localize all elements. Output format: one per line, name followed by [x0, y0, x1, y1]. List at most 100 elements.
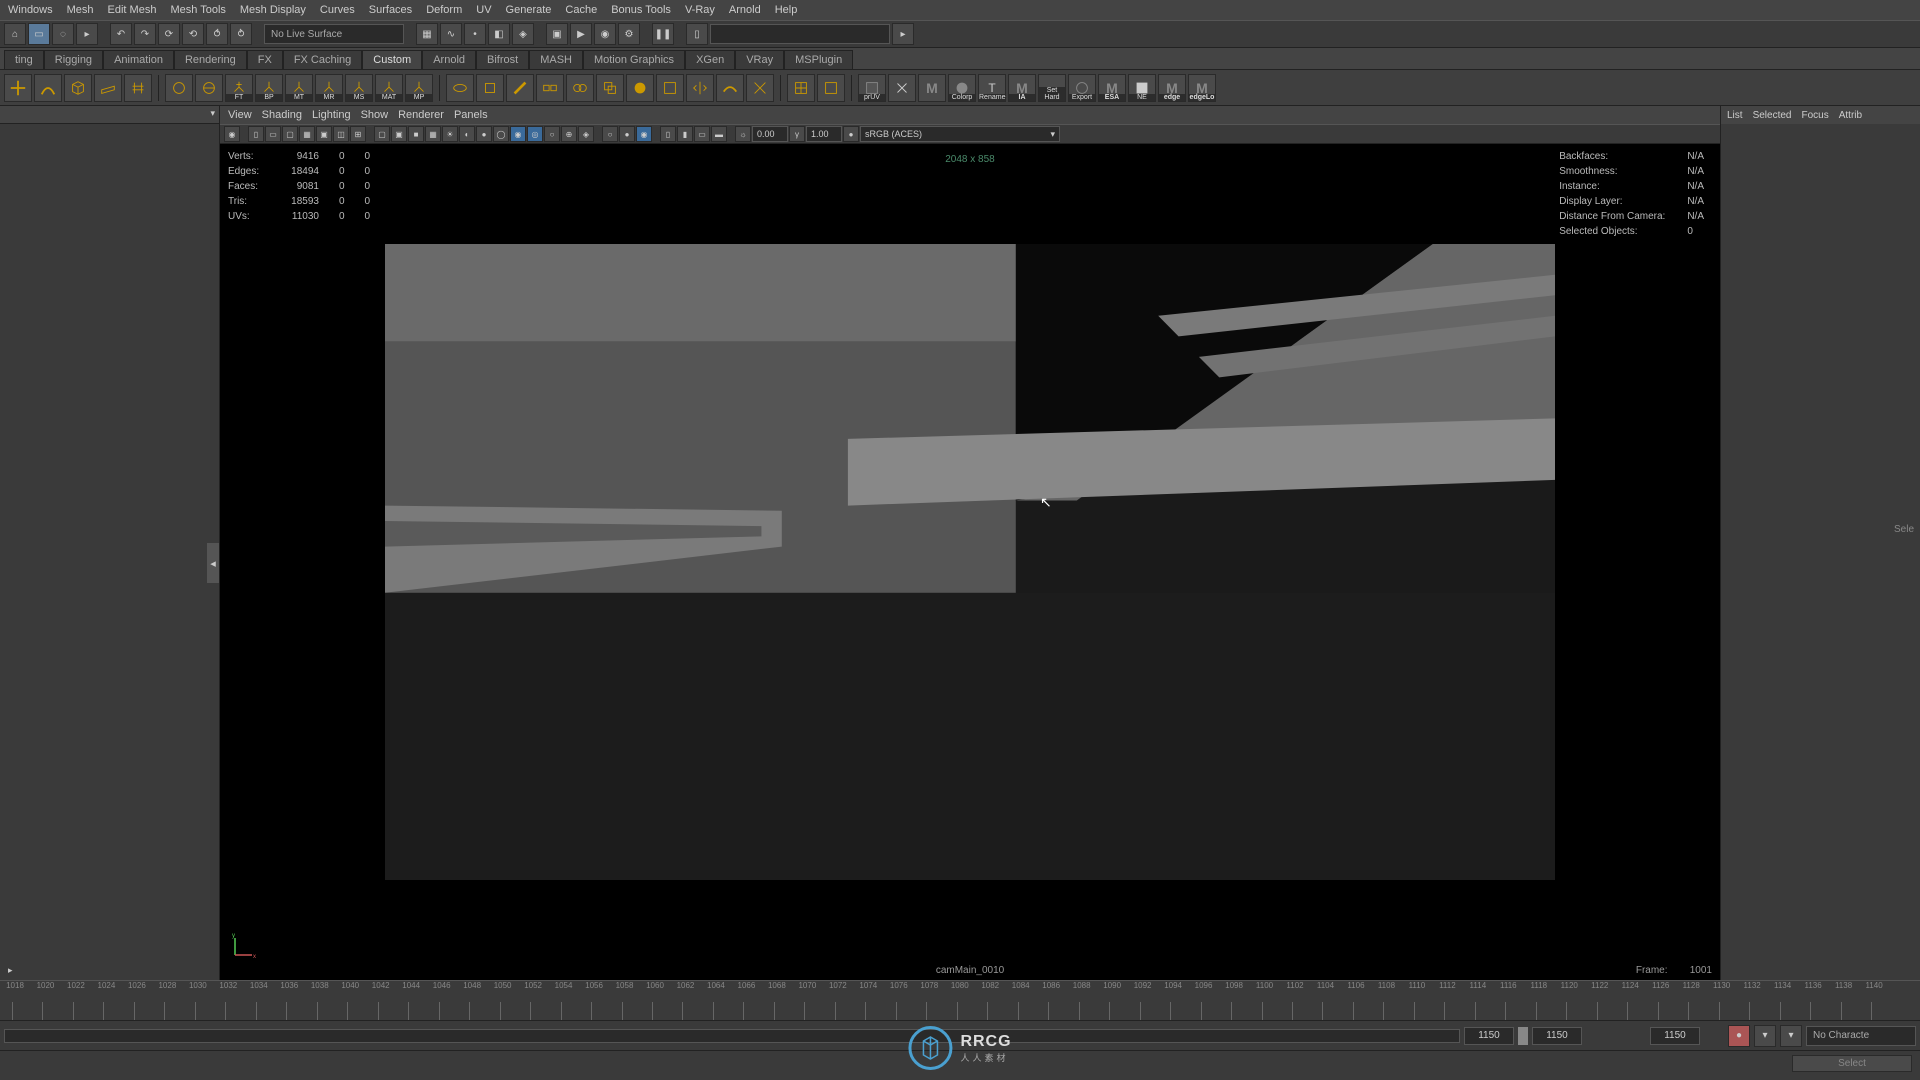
range-end-field[interactable]: 1150	[1532, 1027, 1582, 1045]
vp-isolate-icon[interactable]: ◉	[510, 126, 526, 142]
snap-curve-icon[interactable]: ∿	[440, 23, 462, 45]
vp-menu-show[interactable]: Show	[361, 109, 389, 121]
vp-wire-icon[interactable]: ▢	[374, 126, 390, 142]
tab-bifrost[interactable]: Bifrost	[476, 50, 529, 69]
select-tool-icon[interactable]: ▭	[28, 23, 50, 45]
menu-cache[interactable]: Cache	[565, 4, 597, 16]
tab-fxcaching[interactable]: FX Caching	[283, 50, 362, 69]
shelf-ms-icon[interactable]: MS	[345, 74, 373, 102]
vp-shadow-icon[interactable]: ◐	[459, 126, 475, 142]
ae-attrib[interactable]: Attrib	[1839, 110, 1862, 121]
playback-pref2-icon[interactable]: ▾	[1780, 1025, 1802, 1047]
shelf-lattice-icon[interactable]	[124, 74, 152, 102]
menu-editmesh[interactable]: Edit Mesh	[108, 4, 157, 16]
pause-icon[interactable]: ❚❚	[652, 23, 674, 45]
vp-light3-icon[interactable]: ◉	[636, 126, 652, 142]
tab-custom[interactable]: Custom	[362, 50, 422, 69]
shelf-edgelo-icon[interactable]: MedgeLo	[1188, 74, 1216, 102]
history2-icon[interactable]: ⟲	[182, 23, 204, 45]
shelf-sphere3-icon[interactable]	[626, 74, 654, 102]
shelf-cut-icon[interactable]	[746, 74, 774, 102]
shelf-mp-icon[interactable]: MP	[405, 74, 433, 102]
vp-menu-panels[interactable]: Panels	[454, 109, 488, 121]
vp-select-camera-icon[interactable]: ◉	[224, 126, 240, 142]
shelf-plane-icon[interactable]	[94, 74, 122, 102]
shelf-esa-icon[interactable]: MESA	[1098, 74, 1126, 102]
menu-mesh[interactable]: Mesh	[67, 4, 94, 16]
vp-menu-shading[interactable]: Shading	[262, 109, 302, 121]
shelf-curve-icon[interactable]	[34, 74, 62, 102]
history4-icon[interactable]: ⥁	[230, 23, 252, 45]
shelf-mt-icon[interactable]: MT	[285, 74, 313, 102]
tab-msplugin[interactable]: MSPlugin	[784, 50, 853, 69]
shelf-sethard-icon[interactable]: Set Hard	[1038, 74, 1066, 102]
construction-history-icon[interactable]: ▣	[546, 23, 568, 45]
tab-vray[interactable]: VRay	[735, 50, 784, 69]
shelf-uv-icon[interactable]	[787, 74, 815, 102]
ae-focus[interactable]: Focus	[1801, 110, 1828, 121]
shelf-smooth-icon[interactable]	[716, 74, 744, 102]
range-handle-icon[interactable]	[1518, 1027, 1528, 1045]
vp-exposure-icon[interactable]: ☼	[735, 126, 751, 142]
menu-curves[interactable]: Curves	[320, 4, 355, 16]
vp-gate-icon[interactable]: ◫	[333, 126, 349, 142]
menu-windows[interactable]: Windows	[8, 4, 53, 16]
lasso-tool-icon[interactable]: ◌	[52, 23, 74, 45]
menu-generate[interactable]: Generate	[506, 4, 552, 16]
command-line[interactable]	[710, 24, 890, 44]
menu-uv[interactable]: UV	[476, 4, 491, 16]
vp-motion-icon[interactable]: ◯	[493, 126, 509, 142]
vp-shaded-icon[interactable]: ■	[408, 126, 424, 142]
vp-joint-icon[interactable]: ⊕	[561, 126, 577, 142]
shelf-frame-icon[interactable]	[656, 74, 684, 102]
render-icon[interactable]: ▶	[570, 23, 592, 45]
shelf-sphere2-icon[interactable]	[195, 74, 223, 102]
vp-safe-icon[interactable]: ⊞	[350, 126, 366, 142]
shelf-mirror-icon[interactable]	[686, 74, 714, 102]
vp-iso-icon[interactable]: ▯	[660, 126, 676, 142]
vp-xray2-icon[interactable]: ○	[544, 126, 560, 142]
menu-surfaces[interactable]: Surfaces	[369, 4, 412, 16]
tab-arnold[interactable]: Arnold	[422, 50, 476, 69]
shelf-ft-icon[interactable]: FT	[225, 74, 253, 102]
ae-list[interactable]: List	[1727, 110, 1743, 121]
vp-film-icon[interactable]: ▣	[316, 126, 332, 142]
panel-layout-icon[interactable]: ▯	[686, 23, 708, 45]
shelf-ia-icon[interactable]: MIA	[1008, 74, 1036, 102]
shelf-sphere1-icon[interactable]	[165, 74, 193, 102]
menu-deform[interactable]: Deform	[426, 4, 462, 16]
handle-icon[interactable]: ▸	[76, 23, 98, 45]
viewport-3d[interactable]: Verts:941600Edges:1849400Faces:908100Tri…	[220, 144, 1720, 980]
range-start-field[interactable]: 1150	[1464, 1027, 1514, 1045]
menu-vray[interactable]: V-Ray	[685, 4, 715, 16]
shelf-uvedit-icon[interactable]	[817, 74, 845, 102]
vp-menu-view[interactable]: View	[228, 109, 252, 121]
tab-fx[interactable]: FX	[247, 50, 283, 69]
tab-rigging[interactable]: Rigging	[44, 50, 103, 69]
vp-exposure-field[interactable]: 0.00	[752, 126, 788, 142]
history3-icon[interactable]: ⥀	[206, 23, 228, 45]
shelf-extrude-icon[interactable]	[476, 74, 504, 102]
character-set-dropdown[interactable]: No Characte	[1806, 1026, 1916, 1046]
shelf-combine-icon[interactable]	[566, 74, 594, 102]
expand-icon[interactable]: ▸	[8, 965, 13, 976]
snap-grid-icon[interactable]: ▦	[416, 23, 438, 45]
vp-gamma-field[interactable]: 1.00	[806, 126, 842, 142]
vp-iso4-icon[interactable]: ▬	[711, 126, 727, 142]
tab-xgen[interactable]: XGen	[685, 50, 735, 69]
menu-bonustools[interactable]: Bonus Tools	[611, 4, 671, 16]
menu-meshdisplay[interactable]: Mesh Display	[240, 4, 306, 16]
vp-iso2-icon[interactable]: ▮	[677, 126, 693, 142]
vp-xray-icon[interactable]: ◎	[527, 126, 543, 142]
collapse-left-icon[interactable]: ◂	[207, 543, 219, 583]
vp-gamma-icon[interactable]: γ	[789, 126, 805, 142]
shelf-cube-icon[interactable]	[64, 74, 92, 102]
shelf-bevel-icon[interactable]	[506, 74, 534, 102]
vp-colorspace-dropdown[interactable]: sRGB (ACES)▾	[860, 126, 1060, 142]
snap-point-icon[interactable]: •	[464, 23, 486, 45]
shelf-mr-icon[interactable]: MR	[315, 74, 343, 102]
menu-meshtools[interactable]: Mesh Tools	[170, 4, 225, 16]
snap-view-icon[interactable]: ◈	[512, 23, 534, 45]
tab-ting[interactable]: ting	[4, 50, 44, 69]
live-surface-field[interactable]: No Live Surface	[264, 24, 404, 44]
